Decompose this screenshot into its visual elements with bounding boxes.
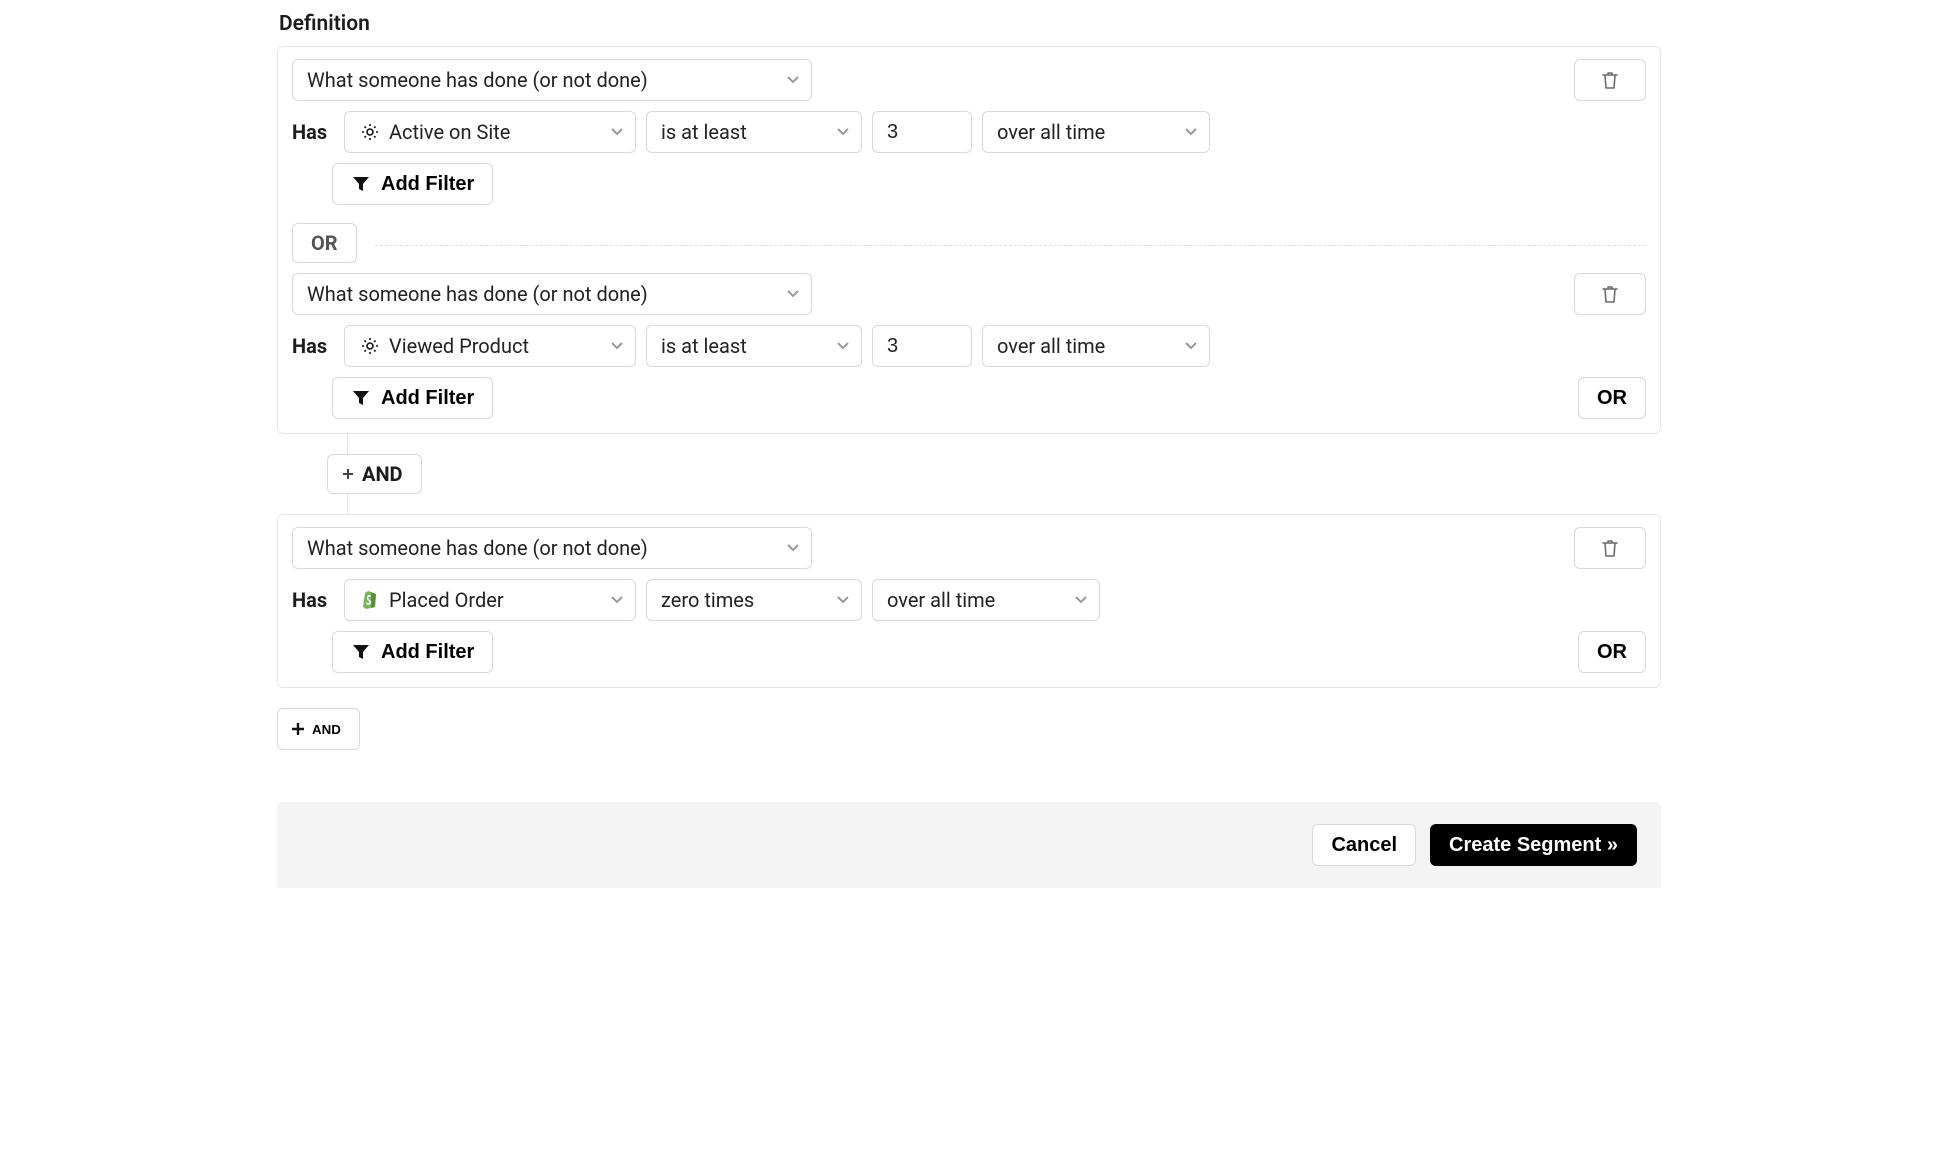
chevron-down-icon [787,544,799,552]
condition-block: What someone has done (or not done) Has … [292,273,1646,419]
delete-condition-button[interactable] [1574,527,1646,569]
funnel-icon [351,389,371,407]
metric-label: Active on Site [389,119,510,146]
timeframe-label: over all time [887,587,995,614]
metric-select[interactable]: Active on Site [344,111,636,153]
count-input[interactable] [872,325,972,367]
funnel-icon [351,643,371,661]
operator-label: is at least [661,119,747,146]
or-button-label: OR [1597,641,1627,664]
chevron-down-icon [837,596,849,604]
plus-icon [342,468,354,480]
trash-icon [1600,538,1620,558]
create-segment-button[interactable]: Create Segment » [1430,824,1637,866]
condition-type-label: What someone has done (or not done) [307,281,648,308]
add-filter-button[interactable]: Add Filter [332,163,493,205]
chevron-down-icon [611,596,623,604]
timeframe-label: over all time [997,119,1105,146]
operator-select[interactable]: zero times [646,579,862,621]
add-or-button[interactable]: OR [1578,631,1646,673]
section-title: Definition [279,10,1661,38]
metric-label: Placed Order [389,587,504,614]
gear-icon [359,335,381,357]
footer-bar: Cancel Create Segment » [277,802,1661,888]
add-or-button[interactable]: OR [1578,377,1646,419]
trash-icon [1600,284,1620,304]
cancel-label: Cancel [1331,834,1397,857]
plus-icon [292,723,304,735]
or-separator: OR [292,223,1646,263]
condition-block: What someone has done (or not done) Has … [292,527,1646,673]
condition-group: What someone has done (or not done) Has … [277,514,1661,688]
has-label: Has [292,587,332,614]
gear-icon [359,121,381,143]
condition-group: What someone has done (or not done) Has … [277,46,1661,434]
add-filter-label: Add Filter [381,387,474,410]
chevron-down-icon [1185,128,1197,136]
or-dash-line [375,245,1646,246]
add-and-button[interactable]: AND [277,708,360,750]
chevron-down-icon [787,76,799,84]
or-button-label: OR [1597,387,1627,410]
condition-type-label: What someone has done (or not done) [307,67,648,94]
add-and-label: AND [312,722,341,737]
trash-icon [1600,70,1620,90]
chevron-down-icon [1075,596,1087,604]
delete-condition-button[interactable] [1574,59,1646,101]
timeframe-select[interactable]: over all time [982,325,1210,367]
chevron-down-icon [787,290,799,298]
cancel-button[interactable]: Cancel [1312,824,1416,866]
operator-label: is at least [661,333,747,360]
add-filter-button[interactable]: Add Filter [332,377,493,419]
condition-type-select[interactable]: What someone has done (or not done) [292,527,812,569]
operator-label: zero times [661,587,754,614]
add-filter-label: Add Filter [381,173,474,196]
shopify-icon [359,589,381,611]
metric-label: Viewed Product [389,333,529,360]
condition-type-label: What someone has done (or not done) [307,535,648,562]
delete-condition-button[interactable] [1574,273,1646,315]
add-filter-label: Add Filter [381,641,474,664]
chevron-down-icon [837,342,849,350]
and-connector: AND [327,434,1661,514]
timeframe-select[interactable]: over all time [982,111,1210,153]
metric-select[interactable]: Viewed Product [344,325,636,367]
chevron-down-icon [611,128,623,136]
has-label: Has [292,119,332,146]
or-chip[interactable]: OR [292,223,357,263]
and-chip[interactable]: AND [327,454,422,494]
has-label: Has [292,333,332,360]
operator-select[interactable]: is at least [646,325,862,367]
condition-type-select[interactable]: What someone has done (or not done) [292,59,812,101]
definition-builder: Definition What someone has done (or not… [259,0,1679,888]
count-input[interactable] [872,111,972,153]
chevron-down-icon [837,128,849,136]
create-segment-label: Create Segment » [1449,834,1618,857]
timeframe-select[interactable]: over all time [872,579,1100,621]
condition-type-select[interactable]: What someone has done (or not done) [292,273,812,315]
operator-select[interactable]: is at least [646,111,862,153]
chevron-down-icon [611,342,623,350]
timeframe-label: over all time [997,333,1105,360]
add-filter-button[interactable]: Add Filter [332,631,493,673]
chevron-down-icon [1185,342,1197,350]
condition-block: What someone has done (or not done) Has … [292,59,1646,205]
metric-select[interactable]: Placed Order [344,579,636,621]
funnel-icon [351,175,371,193]
and-chip-label: AND [362,461,403,488]
